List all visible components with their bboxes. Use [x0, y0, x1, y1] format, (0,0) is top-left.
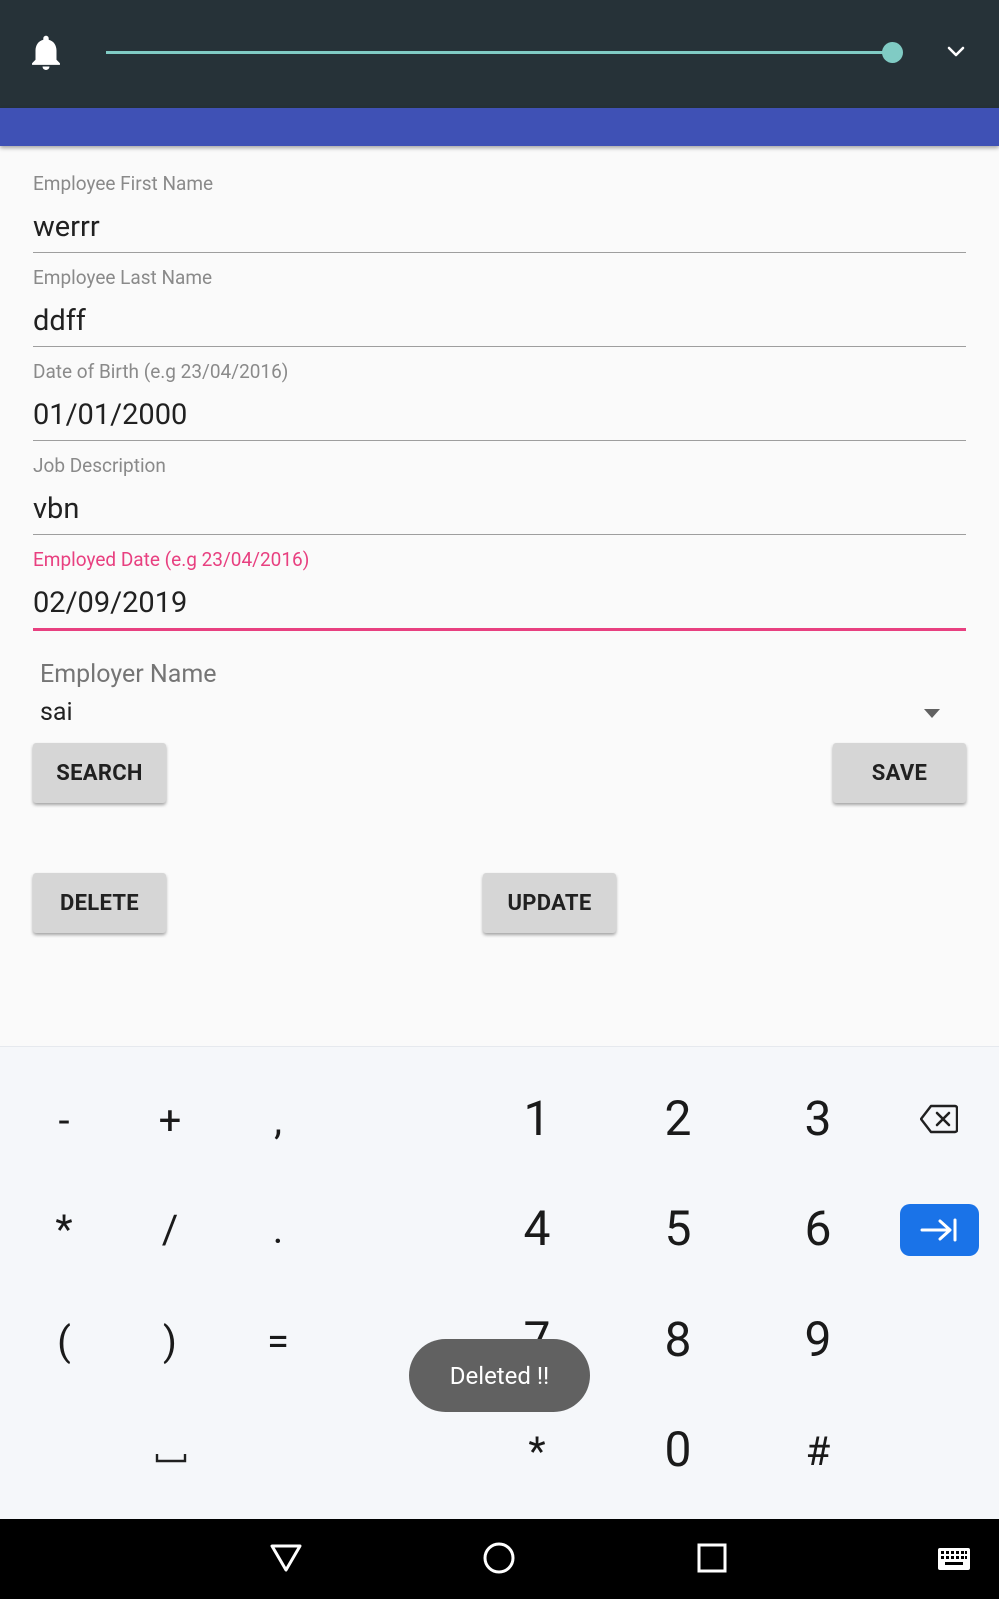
key-comma[interactable]: , [274, 1101, 282, 1141]
dropdown-arrow-icon[interactable] [924, 709, 940, 718]
home-icon[interactable] [482, 1541, 516, 1575]
key-8[interactable]: 8 [665, 1316, 692, 1364]
search-button[interactable]: SEARCH [33, 743, 166, 803]
key-2[interactable]: 2 [665, 1095, 692, 1143]
dob-underline [33, 440, 966, 441]
dob-label: Date of Birth (e.g 23/04/2016) [33, 360, 289, 383]
key-close-paren[interactable]: ) [163, 1322, 177, 1362]
last-name-label: Employee Last Name [33, 266, 213, 289]
backspace-icon[interactable] [920, 1104, 958, 1134]
save-button[interactable]: SAVE [833, 743, 966, 803]
first-name-label: Employee First Name [33, 172, 214, 195]
key-6[interactable]: 6 [805, 1205, 832, 1253]
bell-icon[interactable] [28, 32, 64, 72]
key-5[interactable]: 5 [665, 1205, 692, 1253]
tab-enter-key[interactable] [900, 1204, 979, 1256]
key-3[interactable]: 3 [805, 1095, 832, 1143]
employed-date-label: Employed Date (e.g 23/04/2016) [33, 548, 310, 571]
first-name-input[interactable]: werrr [33, 210, 100, 244]
key-star[interactable]: * [528, 1432, 545, 1472]
job-description-input[interactable]: vbn [33, 492, 79, 526]
chevron-down-icon[interactable] [944, 40, 968, 64]
notification-shade [0, 0, 999, 108]
job-description-underline [33, 534, 966, 535]
key-4[interactable]: 4 [524, 1205, 551, 1253]
dob-input[interactable]: 01/01/2000 [33, 398, 187, 432]
keyboard-icon[interactable] [937, 1547, 971, 1571]
first-name-underline [33, 252, 966, 253]
key-slash[interactable]: / [162, 1210, 179, 1250]
employer-name-label: Employer Name [40, 660, 217, 689]
numeric-keyboard [0, 1046, 999, 1520]
key-open-paren[interactable]: ( [57, 1322, 71, 1362]
key-asterisk[interactable]: * [55, 1210, 72, 1250]
delete-button[interactable]: DELETE [33, 873, 166, 933]
back-icon[interactable] [268, 1542, 304, 1574]
job-description-label: Job Description [33, 454, 166, 477]
brightness-slider[interactable] [106, 51, 894, 54]
key-hash[interactable]: # [806, 1432, 831, 1472]
employed-date-underline [33, 628, 966, 631]
key-minus[interactable]: - [58, 1101, 69, 1141]
key-0[interactable]: 0 [665, 1426, 692, 1474]
toast-message: Deleted !! [409, 1339, 590, 1412]
employer-name-spinner[interactable]: sai [40, 698, 73, 727]
update-button[interactable]: UPDATE [483, 873, 616, 933]
key-plus[interactable]: + [159, 1101, 182, 1141]
key-equals[interactable]: = [267, 1322, 289, 1362]
brightness-slider-thumb[interactable] [882, 42, 903, 63]
key-1[interactable]: 1 [524, 1095, 551, 1143]
space-icon[interactable] [155, 1453, 187, 1463]
tab-enter-icon [920, 1218, 957, 1242]
last-name-input[interactable]: ddff [33, 304, 86, 338]
app-bar [0, 108, 999, 146]
key-period[interactable]: . [273, 1210, 284, 1250]
recents-icon[interactable] [697, 1543, 727, 1573]
employed-date-input[interactable]: 02/09/2019 [33, 586, 187, 620]
key-9[interactable]: 9 [805, 1316, 832, 1364]
last-name-underline [33, 346, 966, 347]
